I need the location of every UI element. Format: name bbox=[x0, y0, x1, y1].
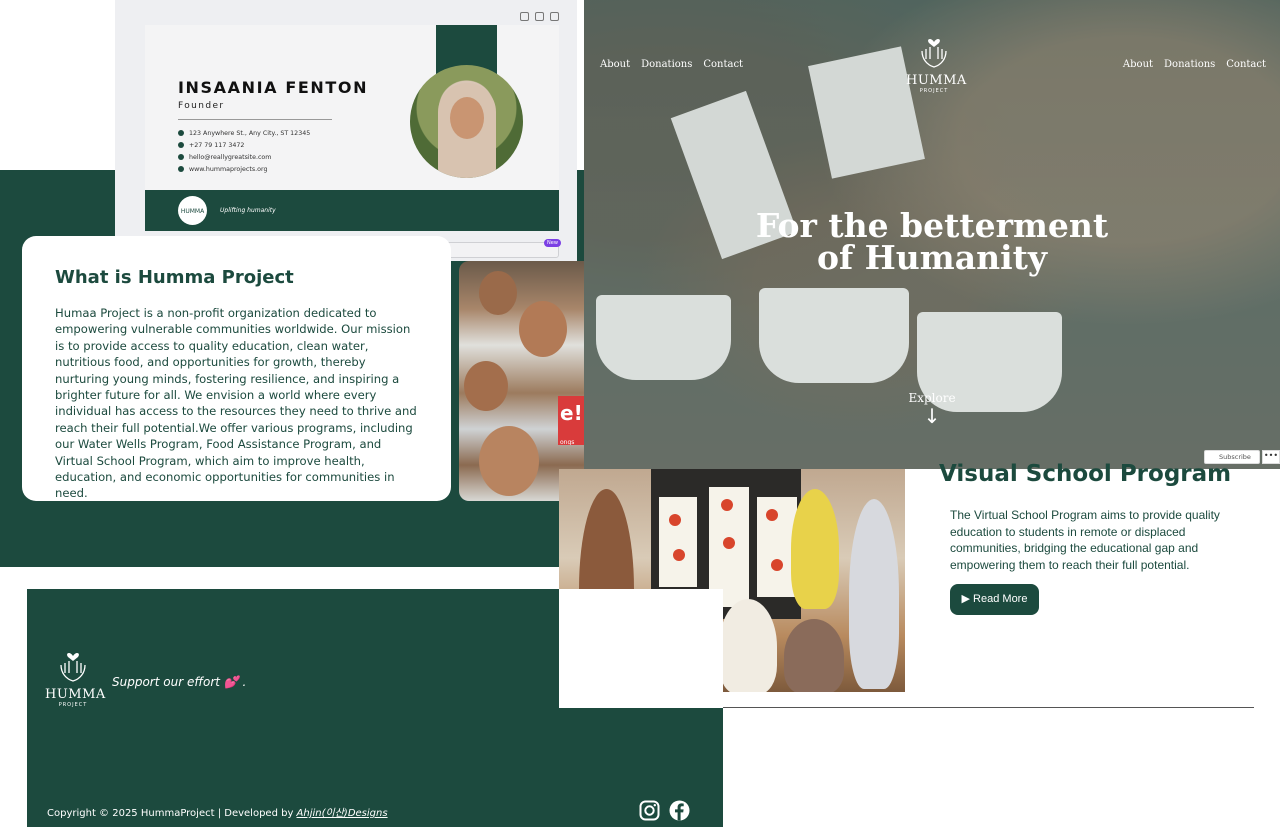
card-contacts: 123 Anywhere St., Any City., ST 12345 +2… bbox=[178, 127, 310, 175]
copyright: Copyright © 2025 HummaProject | Develope… bbox=[47, 808, 388, 819]
hero-title: For the betterment of Humanity bbox=[755, 206, 1109, 277]
read-more-button[interactable]: ▶ Read More bbox=[950, 584, 1039, 615]
card-divider bbox=[178, 119, 332, 120]
humma-logo[interactable]: HUMMA PROJECT bbox=[906, 33, 966, 94]
arrow-down-icon[interactable]: ↓ bbox=[584, 404, 1280, 428]
hero-nav-left: About Donations Contact bbox=[600, 59, 743, 70]
program-description: The Virtual School Program aims to provi… bbox=[950, 508, 1220, 572]
share-icon[interactable] bbox=[550, 12, 559, 21]
hands-heart-icon bbox=[921, 39, 947, 68]
card-footer: HUMMA Uplifting humanity bbox=[145, 190, 559, 231]
hero-nav-right: About Donations Contact bbox=[1123, 59, 1266, 70]
support-text: Support our effort 💕 . bbox=[112, 675, 247, 689]
hero-section: About Donations Contact HUMMA PROJECT Ab… bbox=[584, 0, 1280, 469]
explore-link[interactable]: Explore bbox=[584, 391, 1280, 405]
duplicate-icon[interactable] bbox=[535, 12, 544, 21]
globe-icon bbox=[178, 166, 184, 172]
nav-contact[interactable]: Contact bbox=[1226, 59, 1266, 70]
card-name: INSAANIA FENTON bbox=[178, 78, 369, 97]
location-icon bbox=[178, 130, 184, 136]
developer-link[interactable]: Ahjin(이산)Designs bbox=[297, 808, 388, 819]
nav-donations[interactable]: Donations bbox=[1164, 59, 1215, 70]
email-icon bbox=[178, 154, 184, 160]
contact-website: www.hummaprojects.org bbox=[178, 163, 310, 175]
nav-about[interactable]: About bbox=[600, 59, 630, 70]
new-badge: New bbox=[544, 239, 561, 247]
page: INSAANIA FENTON Founder 123 Anywhere St.… bbox=[0, 0, 1280, 827]
facebook-icon[interactable] bbox=[669, 800, 690, 821]
children-photo bbox=[459, 261, 584, 501]
hands-heart-icon bbox=[60, 653, 86, 682]
phone-icon bbox=[178, 142, 184, 148]
editor-toolbar bbox=[520, 12, 559, 21]
nav-contact[interactable]: Contact bbox=[703, 59, 743, 70]
about-card: What is Humma Project Humaa Project is a… bbox=[22, 236, 451, 501]
card-tagline: Uplifting humanity bbox=[220, 207, 276, 214]
about-title: What is Humma Project bbox=[55, 267, 294, 288]
subscribe-button[interactable]: Subscribe bbox=[1204, 450, 1260, 464]
footer-overlap-area bbox=[559, 589, 723, 708]
about-body: Humaa Project is a non-profit organizati… bbox=[55, 306, 417, 501]
footer-logo[interactable]: HUMMA PROJECT bbox=[45, 647, 105, 708]
program-title: Visual School Program bbox=[939, 461, 1232, 486]
business-card[interactable]: INSAANIA FENTON Founder 123 Anywhere St.… bbox=[145, 25, 559, 231]
founder-photo bbox=[410, 65, 523, 178]
contact-email: hello@reallygreatsite.com bbox=[178, 151, 310, 163]
card-editor: INSAANIA FENTON Founder 123 Anywhere St.… bbox=[115, 0, 577, 261]
contact-address: 123 Anywhere St., Any City., ST 12345 bbox=[178, 127, 310, 139]
nav-donations[interactable]: Donations bbox=[641, 59, 692, 70]
card-logo: HUMMA bbox=[178, 196, 207, 225]
nav-about[interactable]: About bbox=[1123, 59, 1153, 70]
instagram-icon[interactable] bbox=[639, 800, 660, 821]
red-promo-tag: e! ongs bbox=[558, 396, 584, 445]
card-role: Founder bbox=[178, 101, 225, 111]
more-options-icon[interactable]: ••• bbox=[1262, 450, 1280, 464]
contact-phone: +27 79 117 3472 bbox=[178, 139, 310, 151]
lock-icon[interactable] bbox=[520, 12, 529, 21]
